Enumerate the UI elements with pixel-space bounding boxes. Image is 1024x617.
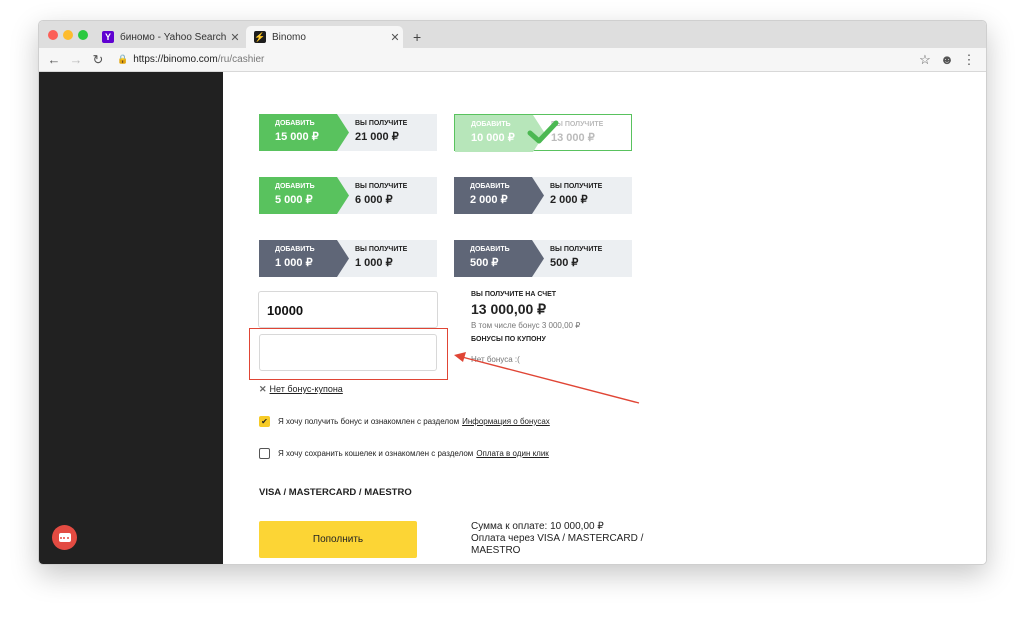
lock-icon: 🔒 (117, 54, 129, 64)
package-add-label: ДОБАВИТЬ (470, 183, 510, 190)
package-get-label: ВЫ ПОЛУЧИТЕ (550, 246, 603, 253)
package-add-amount: 5 000 ₽ (275, 194, 313, 206)
receive-label: ВЫ ПОЛУЧИТЕ НА СЧЕТ (471, 291, 557, 298)
bonus-consent-text: Я хочу получить бонус и ознакомлен с раз… (278, 417, 460, 426)
bonus-checkbox[interactable]: ✔ (259, 416, 270, 427)
browser-window: Y биномо - Yahoo Search Results ✕ ⚡ Bino… (38, 20, 987, 565)
chat-icon (58, 533, 71, 542)
package-get-label: ВЫ ПОЛУЧИТЕ (551, 121, 604, 128)
url-host: https://binomo.com (133, 54, 218, 65)
package-add-label: ДОБАВИТЬ (275, 246, 315, 253)
receive-summary: ВЫ ПОЛУЧИТЕ НА СЧЕТ 13 000,00 ₽ В том чи… (471, 291, 580, 364)
no-coupon-label: Нет бонус-купона (269, 384, 343, 394)
package-get-label: ВЫ ПОЛУЧИТЕ (355, 120, 408, 127)
package-get-amount: 6 000 ₽ (355, 194, 393, 206)
package-get-amount: 1 000 ₽ (355, 257, 393, 269)
package-5000[interactable]: ДОБАВИТЬ 5 000 ₽ ВЫ ПОЛУЧИТЕ 6 000 ₽ (259, 177, 437, 214)
package-add: ДОБАВИТЬ 500 ₽ (454, 240, 544, 277)
close-tab-icon[interactable]: ✕ (387, 31, 403, 44)
package-500[interactable]: ДОБАВИТЬ 500 ₽ ВЫ ПОЛУЧИТЕ 500 ₽ (454, 240, 632, 277)
pay-summary-amount: Сумма к оплате: 10 000,00 ₽ (471, 521, 604, 532)
back-arrow-icon[interactable]: ← (43, 52, 65, 67)
package-get: ВЫ ПОЛУЧИТЕ 6 000 ₽ (337, 177, 437, 214)
package-get-amount: 13 000 ₽ (551, 132, 595, 144)
coupon-bonus-value: Нет бонуса :( (471, 355, 520, 364)
package-1000[interactable]: ДОБАВИТЬ 1 000 ₽ ВЫ ПОЛУЧИТЕ 1 000 ₽ (259, 240, 437, 277)
close-tab-icon[interactable]: ✕ (227, 31, 243, 44)
receive-amount: 13 000,00 ₽ (471, 301, 547, 317)
selected-check-icon (527, 120, 559, 144)
payment-method-title: VISA / MASTERCARD / MAESTRO (259, 487, 412, 498)
one-click-payment-link[interactable]: Оплата в один клик (476, 449, 549, 458)
package-add: ДОБАВИТЬ 2 000 ₽ (454, 177, 544, 214)
sidebar (39, 72, 223, 564)
binomo-favicon-icon: ⚡ (254, 31, 266, 43)
pay-summary-method-cont: MAESTRO (471, 545, 521, 556)
cashier-content: ДОБАВИТЬ 15 000 ₽ ВЫ ПОЛУЧИТЕ 21 000 ₽ Д… (223, 72, 986, 564)
package-2000[interactable]: ДОБАВИТЬ 2 000 ₽ ВЫ ПОЛУЧИТЕ 2 000 ₽ (454, 177, 632, 214)
bonus-note: В том числе бонус 3 000,00 ₽ (471, 321, 581, 330)
package-get: ВЫ ПОЛУЧИТЕ 21 000 ₽ (337, 114, 437, 151)
package-add-label: ДОБАВИТЬ (275, 183, 315, 190)
package-add: ДОБАВИТЬ 1 000 ₽ (259, 240, 349, 277)
package-get: ВЫ ПОЛУЧИТЕ 2 000 ₽ (532, 177, 632, 214)
bonus-consent-row: ✔ Я хочу получить бонус и ознакомлен с р… (259, 416, 550, 427)
chat-support-button[interactable] (52, 525, 77, 550)
package-add: ДОБАВИТЬ 15 000 ₽ (259, 114, 349, 151)
forward-arrow-icon[interactable]: → (65, 52, 87, 67)
pay-summary: Сумма к оплате: 10 000,00 ₽ Оплата через… (471, 521, 643, 557)
tab-strip: Y биномо - Yahoo Search Results ✕ ⚡ Bino… (39, 21, 986, 48)
amount-input[interactable]: 10000 (258, 291, 438, 328)
minimize-window-button[interactable] (63, 30, 73, 40)
package-get-label: ВЫ ПОЛУЧИТЕ (355, 183, 408, 190)
package-10000[interactable]: ДОБАВИТЬ 10 000 ₽ ВЫ ПОЛУЧИТЕ 13 000 ₽ (454, 114, 632, 152)
menu-kebab-icon[interactable]: ⋮ (958, 52, 980, 68)
profile-icon[interactable]: ☻ (936, 52, 958, 67)
package-get-label: ВЫ ПОЛУЧИТЕ (550, 183, 603, 190)
package-add-amount: 1 000 ₽ (275, 257, 313, 269)
maximize-window-button[interactable] (78, 30, 88, 40)
package-get-amount: 2 000 ₽ (550, 194, 588, 206)
coupon-input[interactable] (259, 334, 437, 371)
package-get-label: ВЫ ПОЛУЧИТЕ (355, 246, 408, 253)
package-add-amount: 15 000 ₽ (275, 131, 319, 143)
tab-title: биномо - Yahoo Search Results (120, 31, 227, 43)
bookmark-star-icon[interactable]: ☆ (914, 52, 936, 68)
package-get-amount: 21 000 ₽ (355, 131, 399, 143)
package-add-amount: 2 000 ₽ (470, 194, 508, 206)
new-tab-button[interactable]: + (413, 29, 421, 45)
package-add-amount: 500 ₽ (470, 257, 499, 269)
tab-yahoo-search[interactable]: Y биномо - Yahoo Search Results ✕ (94, 26, 243, 48)
url-path: /ru/cashier (217, 54, 265, 65)
address-bar[interactable]: https://binomo.com/ru/cashier (133, 54, 914, 65)
browser-toolbar: ← → ↻ 🔒 https://binomo.com/ru/cashier ☆ … (39, 48, 986, 72)
tab-title: Binomo (272, 31, 306, 43)
package-add-label: ДОБАВИТЬ (275, 120, 315, 127)
wallet-checkbox[interactable] (259, 448, 270, 459)
package-get: ВЫ ПОЛУЧИТЕ 500 ₽ (532, 240, 632, 277)
close-icon: ✕ (259, 384, 267, 394)
package-15000[interactable]: ДОБАВИТЬ 15 000 ₽ ВЫ ПОЛУЧИТЕ 21 000 ₽ (259, 114, 437, 151)
package-add-label: ДОБАВИТЬ (470, 246, 510, 253)
wallet-consent-row: Я хочу сохранить кошелек и ознакомлен с … (259, 448, 549, 459)
package-get-amount: 500 ₽ (550, 257, 579, 269)
package-add: ДОБАВИТЬ 5 000 ₽ (259, 177, 349, 214)
yahoo-favicon-icon: Y (102, 31, 114, 43)
deposit-button[interactable]: Пополнить (259, 521, 417, 558)
no-coupon-link[interactable]: ✕ Нет бонус-купона (259, 384, 343, 395)
tab-binomo[interactable]: ⚡ Binomo ✕ (246, 26, 403, 48)
close-window-button[interactable] (48, 30, 58, 40)
coupon-bonus-label: БОНУСЫ ПО КУПОНУ (471, 336, 546, 343)
bonus-info-link[interactable]: Информация о бонусах (462, 417, 550, 426)
pay-summary-method: Оплата через VISA / MASTERCARD / (471, 533, 644, 544)
wallet-consent-text: Я хочу сохранить кошелек и ознакомлен с … (278, 449, 474, 458)
package-get: ВЫ ПОЛУЧИТЕ 1 000 ₽ (337, 240, 437, 277)
reload-icon[interactable]: ↻ (87, 52, 109, 68)
